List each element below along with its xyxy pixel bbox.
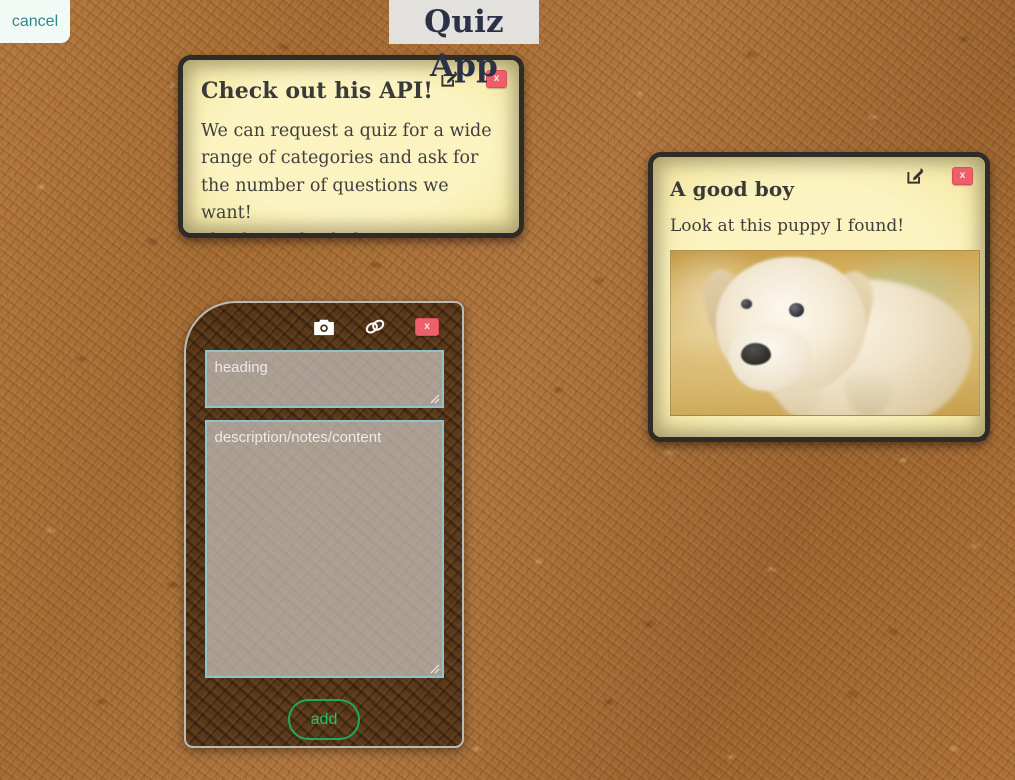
edit-pencil-icon[interactable]	[906, 166, 925, 185]
note-toolbar: x	[906, 166, 973, 185]
note-editor-panel: x add	[184, 301, 464, 748]
cancel-button-label: cancel	[11, 12, 59, 30]
heading-input[interactable]	[204, 350, 444, 408]
note-card-puppy[interactable]: x A good boy Look at this puppy I found!	[648, 152, 990, 442]
note-body: Look at this puppy I found!	[670, 216, 905, 236]
note-body: We can request a quiz for a wide range o…	[201, 121, 492, 223]
note-image-puppy	[670, 249, 980, 416]
close-x-icon[interactable]: x	[952, 166, 973, 185]
cancel-button[interactable]: cancel	[0, 0, 70, 43]
camera-icon[interactable]	[313, 318, 335, 336]
link-icon[interactable]	[363, 317, 387, 337]
add-button-label: add	[310, 710, 338, 728]
close-x-icon[interactable]: x	[415, 317, 439, 336]
photo-overlay	[671, 250, 979, 415]
editor-toolbar: x	[186, 303, 462, 350]
note-inner: x A good boy Look at this puppy I found!	[653, 157, 985, 437]
close-button-label: x	[959, 170, 966, 181]
content-input[interactable]	[204, 420, 444, 678]
close-button-label: x	[424, 321, 430, 332]
page-title: Quiz App	[389, 0, 539, 84]
add-button[interactable]: add	[288, 699, 360, 740]
content-field-wrapper	[204, 420, 444, 678]
note-link[interactable]: check out this link	[201, 231, 364, 233]
heading-field-wrapper	[204, 350, 444, 408]
